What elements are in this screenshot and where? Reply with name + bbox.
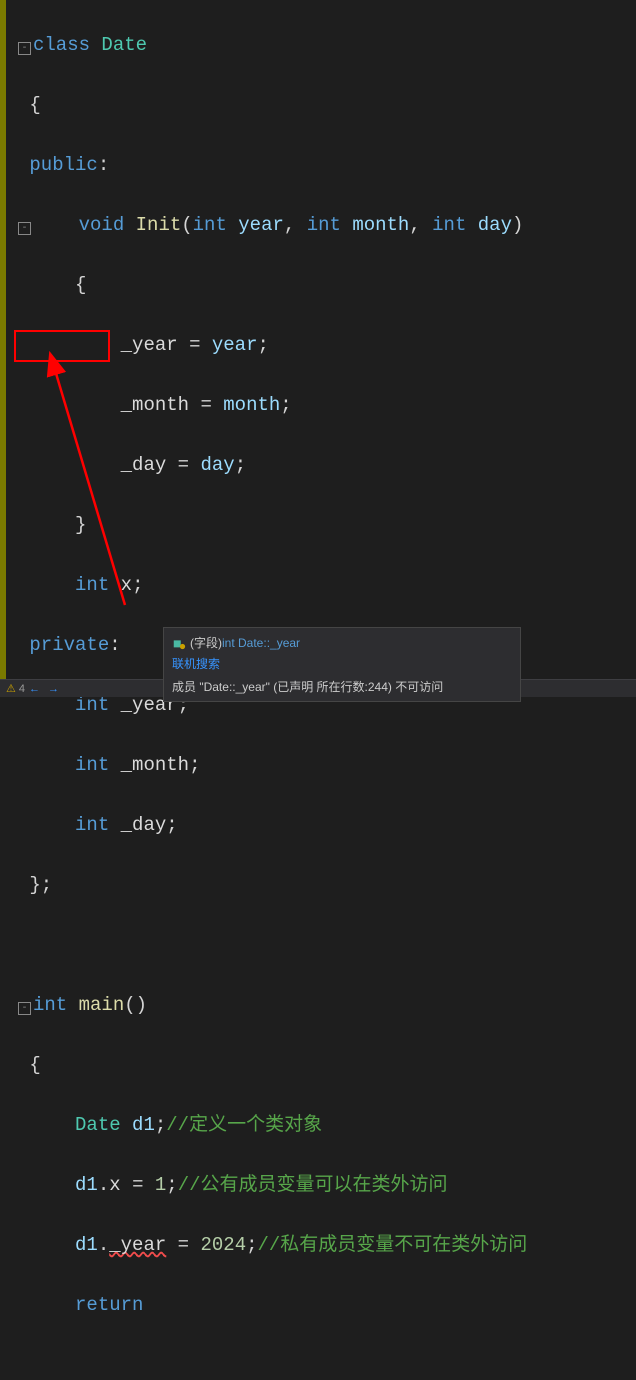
keyword-return: return (75, 1294, 143, 1316)
keyword-void: void (79, 214, 125, 236)
tooltip-field-label: (字段) (190, 634, 222, 651)
keyword-class: class (33, 34, 90, 56)
comment: //私有成员变量不可在类外访问 (258, 1234, 528, 1256)
tooltip-search-link[interactable]: 联机搜索 (172, 655, 512, 672)
tooltip-error-message: 成员 "Date::_year" (已声明 所在行数:244) 不可访问 (172, 678, 512, 695)
keyword-public: public (29, 154, 97, 176)
intellisense-tooltip: (字段) int Date::_year 联机搜索 成员 "Date::_yea… (163, 627, 521, 702)
comment: //公有成员变量可以在类外访问 (178, 1174, 448, 1196)
keyword-private: private (29, 634, 109, 656)
function-init: Init (136, 214, 182, 236)
tooltip-type-info: int Date::_year (222, 636, 300, 650)
prev-issue-button[interactable]: ← (29, 683, 40, 695)
field-icon (172, 636, 186, 650)
class-name: Date (101, 34, 147, 56)
error-token[interactable]: _year (109, 1234, 166, 1256)
comment: //定义一个类对象 (166, 1114, 322, 1136)
fold-toggle[interactable]: - (18, 222, 31, 235)
fold-toggle[interactable]: - (18, 1002, 31, 1015)
warning-icon[interactable]: ⚠ (6, 682, 16, 695)
warning-count[interactable]: 4 (19, 683, 25, 695)
code-editor[interactable]: -class Date { public: - void Init(int ye… (0, 0, 636, 680)
fold-toggle[interactable]: - (18, 42, 31, 55)
function-main: main (79, 994, 125, 1016)
modified-gutter (0, 0, 6, 680)
next-issue-button[interactable]: → (48, 683, 59, 695)
